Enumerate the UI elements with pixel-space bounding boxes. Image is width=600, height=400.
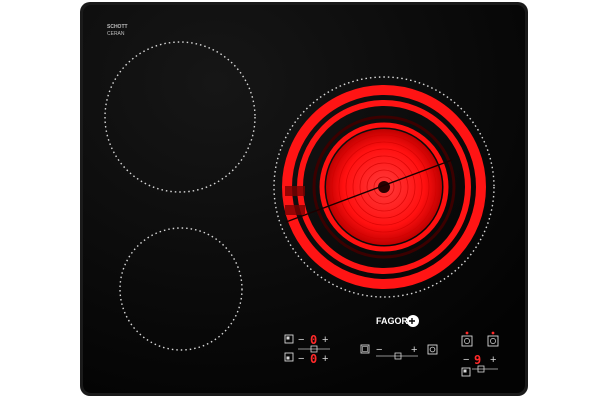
fagor-logo-text: FAGOR — [376, 316, 409, 326]
dual-zone-terminal-upper — [285, 186, 305, 196]
center-plus-button[interactable]: + — [411, 344, 417, 356]
dual-zone-terminal-lower — [285, 205, 305, 215]
indicator-led-left — [465, 331, 469, 335]
fagor-logo: FAGOR — [376, 315, 419, 327]
plus-button-row-2[interactable]: + — [322, 353, 328, 365]
ceran-logo-top: SCHOTT — [107, 24, 128, 30]
ceran-logo-bottom: CERAN — [107, 31, 125, 37]
ceran-logo: SCHOTT CERAN — [107, 24, 128, 37]
power-level-display-row-2: 0 — [310, 352, 317, 366]
indicator-led-right — [491, 331, 495, 335]
right-plus-button[interactable]: + — [490, 354, 496, 366]
minus-button-row-1[interactable]: − — [298, 334, 304, 346]
minus-button-row-2[interactable]: − — [298, 353, 304, 365]
ceramic-hob-photo: SCHOTT CERAN FAGOR − 0 + − 0 + − + − 9 + — [80, 2, 528, 396]
plus-button-row-1[interactable]: + — [322, 334, 328, 346]
center-minus-button[interactable]: − — [376, 344, 382, 356]
power-level-display-right: 9 — [474, 353, 481, 367]
power-level-display-row-1: 0 — [310, 333, 317, 347]
right-minus-button[interactable]: − — [463, 354, 469, 366]
